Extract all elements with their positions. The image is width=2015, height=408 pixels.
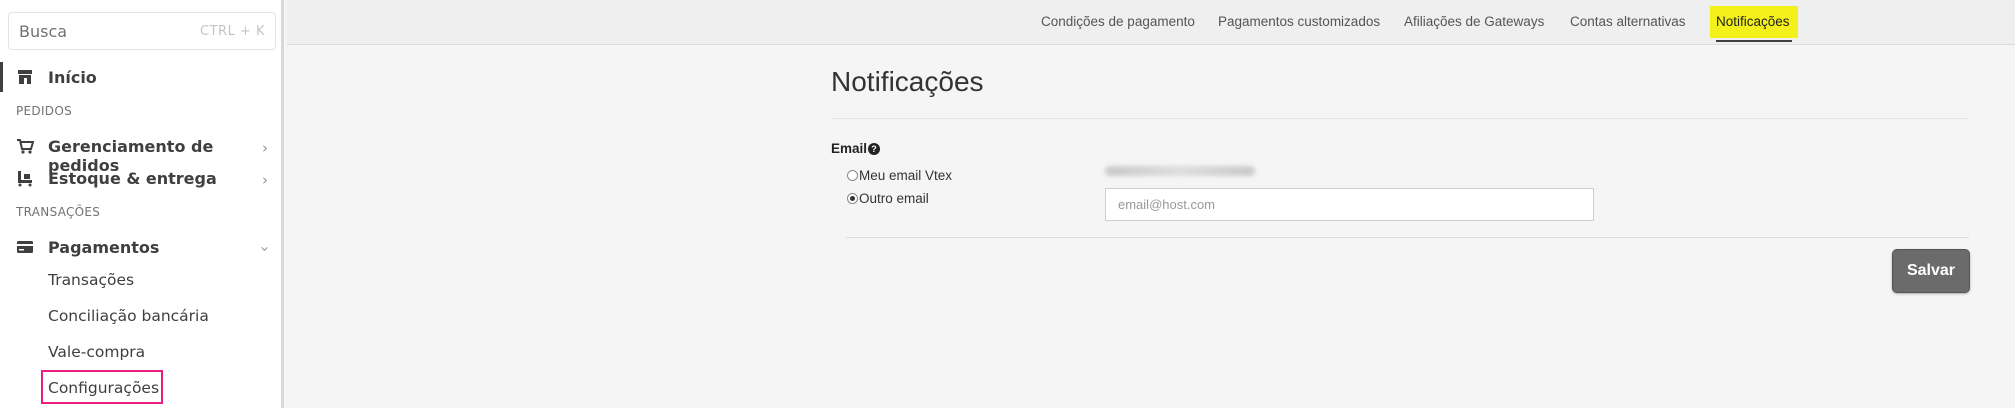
tab-condicoes-de-pagamento[interactable]: Condições de pagamento	[1041, 14, 1195, 29]
section-label-transacoes: TRANSAÇÕES	[16, 205, 101, 219]
tab-afiliacoes-de-gateways[interactable]: Afiliações de Gateways	[1404, 14, 1544, 29]
store-icon	[18, 70, 32, 84]
blurred-email-value	[1105, 166, 1255, 176]
tab-notificacoes[interactable]: Notificações	[1716, 14, 1790, 29]
active-tab-underline	[1716, 40, 1792, 42]
forklift-icon	[18, 171, 32, 187]
email-section-label: Email?	[831, 141, 881, 156]
sidebar-subitem-transacoes[interactable]: Transações	[48, 271, 134, 289]
section-label-pedidos: PEDIDOS	[16, 104, 73, 118]
sidebar-subitem-conciliacao-bancaria[interactable]: Conciliação bancária	[48, 307, 209, 325]
sidebar-item-estoque-entrega[interactable]: Estoque & entrega ›	[0, 165, 284, 193]
radio-outro-email[interactable]	[847, 193, 858, 204]
chevron-right-icon: ›	[262, 139, 268, 157]
question-circle-icon[interactable]: ?	[868, 143, 881, 155]
email-field[interactable]	[1105, 188, 1594, 221]
credit-card-icon	[17, 241, 33, 253]
radio-meu-email-vtex[interactable]	[847, 170, 858, 181]
chevron-right-icon: ›	[262, 171, 268, 189]
tab-contas-alternativas[interactable]: Contas alternativas	[1570, 14, 1686, 29]
chevron-down-icon: ›	[256, 246, 274, 252]
radio-label-meu-email-vtex[interactable]: Meu email Vtex	[859, 168, 952, 183]
sidebar-item-pagamentos[interactable]: Pagamentos ›	[0, 234, 284, 262]
sidebar-item-gerenciamento-de-pedidos[interactable]: Gerenciamento de pedidos ›	[0, 133, 284, 175]
sidebar-item-inicio[interactable]: Início	[0, 64, 284, 92]
divider	[831, 118, 1969, 119]
sidebar-subitem-vale-compra[interactable]: Vale-compra	[48, 343, 145, 361]
sidebar-item-label: Início	[48, 68, 97, 87]
configuracoes-highlight-box	[41, 370, 163, 404]
sidebar: Busca CTRL + K Início PEDIDOS Gerenciame…	[0, 0, 284, 408]
search-shortcut-hint: CTRL + K	[200, 24, 265, 39]
search-box[interactable]: Busca CTRL + K	[8, 12, 276, 50]
tab-pagamentos-customizados[interactable]: Pagamentos customizados	[1218, 14, 1380, 29]
page-title: Notificações	[831, 66, 984, 97]
search-input[interactable]: Busca	[19, 22, 67, 41]
email-label-text: Email	[831, 141, 868, 156]
divider	[846, 237, 1969, 238]
save-button[interactable]: Salvar	[1892, 249, 1970, 293]
sidebar-item-label: Pagamentos	[48, 238, 160, 257]
cart-icon	[17, 139, 34, 154]
radio-label-outro-email[interactable]: Outro email	[859, 191, 929, 206]
sidebar-item-label: Estoque & entrega	[48, 169, 217, 188]
